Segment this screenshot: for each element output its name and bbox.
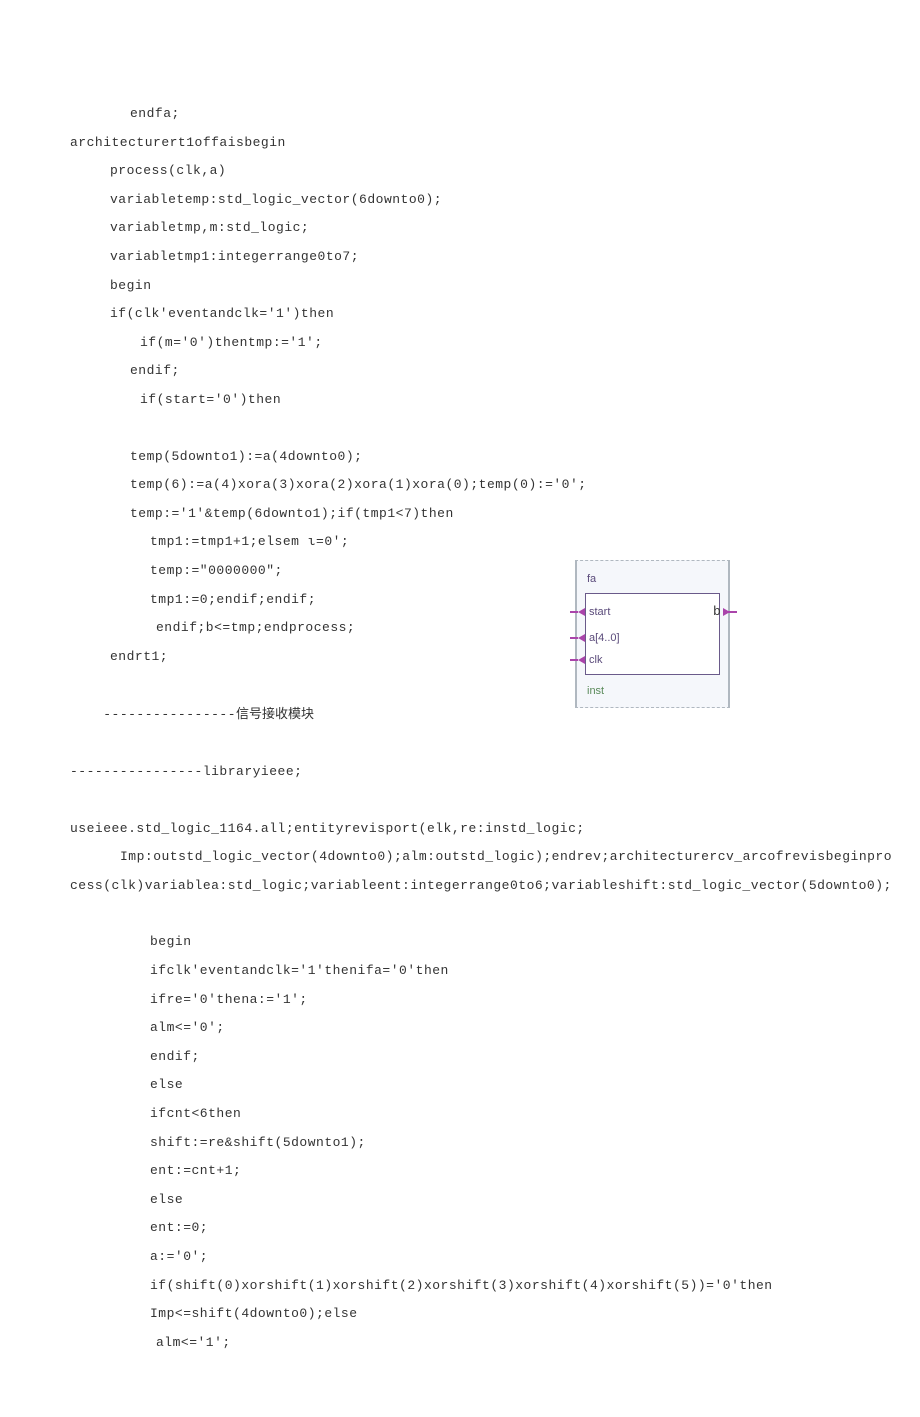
code-line: ifre='0'thena:='1'; [70, 986, 850, 1015]
code-line: temp(5downto1):=a(4downto0); [70, 443, 850, 472]
code-line: temp(6):=a(4)xora(3)xora(2)xora(1)xora(0… [70, 471, 850, 500]
blank-line [70, 415, 850, 443]
port-a: a[4..0] [592, 627, 713, 649]
code-line: ----------------libraryieee; [70, 758, 850, 787]
diagram-instance-label: inst [587, 679, 724, 703]
code-line: endif; [70, 1043, 850, 1072]
code-line: endfa; [70, 100, 850, 129]
dashes: ---------------- [103, 707, 236, 722]
code-line: tmp1:=tmp1+1;elsem ι=0'; [70, 528, 850, 557]
code-line: ent:=cnt+1; [70, 1157, 850, 1186]
code-line: begin [70, 928, 850, 957]
port-label: a[4..0] [589, 626, 620, 650]
arrow-right-icon [723, 608, 730, 616]
code-line: if(clk'eventandclk='1')then [70, 300, 850, 329]
code-line: temp:="0000000"; [70, 557, 850, 586]
code-line: endrt1; [70, 643, 850, 672]
block-diagram-fa: fa start b a[4..0] [575, 560, 730, 708]
diagram-body: start b a[4..0] clk [585, 593, 720, 675]
code-line: else [70, 1071, 850, 1100]
code-line: if(shift(0)xorshift(1)xorshift(2)xorshif… [70, 1272, 850, 1301]
code-line: endif;b<=tmp;endprocess; [70, 614, 850, 643]
code-line: else [70, 1186, 850, 1215]
code-line: if(start='0')then [70, 386, 850, 415]
code-line: temp:='1'&temp(6downto1);if(tmp1<7)then [70, 500, 850, 529]
code-line: process(clk,a) [70, 157, 850, 186]
port-label: b [713, 598, 721, 627]
code-line: variabletemp:std_logic_vector(6downto0); [70, 186, 850, 215]
code-line: tmp1:=0;endif;endif; [70, 586, 850, 615]
code-line: begin [70, 272, 850, 301]
code-line: variabletmp1:integerrange0to7; [70, 243, 850, 272]
code-line: a:='0'; [70, 1243, 850, 1272]
code-line: variabletmp,m:std_logic; [70, 214, 850, 243]
code-line: ent:=0; [70, 1214, 850, 1243]
diagram-outer: fa start b a[4..0] [575, 560, 730, 708]
code-line: if(m='0')thentmp:='1'; [70, 329, 850, 358]
blank-line [70, 787, 850, 815]
diagram-title: fa [587, 567, 724, 591]
code-line: endif; [70, 357, 850, 386]
port-start: start [592, 601, 610, 623]
section-divider: ----------------信号接收模块 [70, 671, 850, 758]
code-line: cess(clk)variablea:std_logic;variableent… [70, 872, 850, 901]
code-line: ifclk'eventandclk='1'thenifa='0'then [70, 957, 850, 986]
diagram-row: start b [592, 598, 713, 627]
arrow-left-icon [578, 656, 585, 664]
port-clk: clk [592, 649, 713, 671]
code-line: Imp:outstd_logic_vector(4downto0);alm:ou… [70, 843, 850, 872]
port-label: clk [589, 648, 602, 672]
code-line: Imp<=shift(4downto0);else [70, 1300, 850, 1329]
code-line: useieee.std_logic_1164.all;entityrevispo… [70, 815, 850, 844]
code-line: architecturert1offaisbegin [70, 129, 850, 158]
code-line: ifcnt<6then [70, 1100, 850, 1129]
arrow-left-icon [578, 608, 585, 616]
blank-line [70, 900, 850, 928]
code-line: alm<='0'; [70, 1014, 850, 1043]
arrow-left-icon [578, 634, 585, 642]
chinese-label-signal-receive-module: 信号接收模块 [236, 706, 314, 721]
code-line: alm<='1'; [70, 1329, 850, 1358]
code-line: shift:=re&shift(5downto1); [70, 1129, 850, 1158]
document-page: endfa; architecturert1offaisbegin proces… [0, 0, 920, 1417]
port-label: start [589, 600, 610, 624]
